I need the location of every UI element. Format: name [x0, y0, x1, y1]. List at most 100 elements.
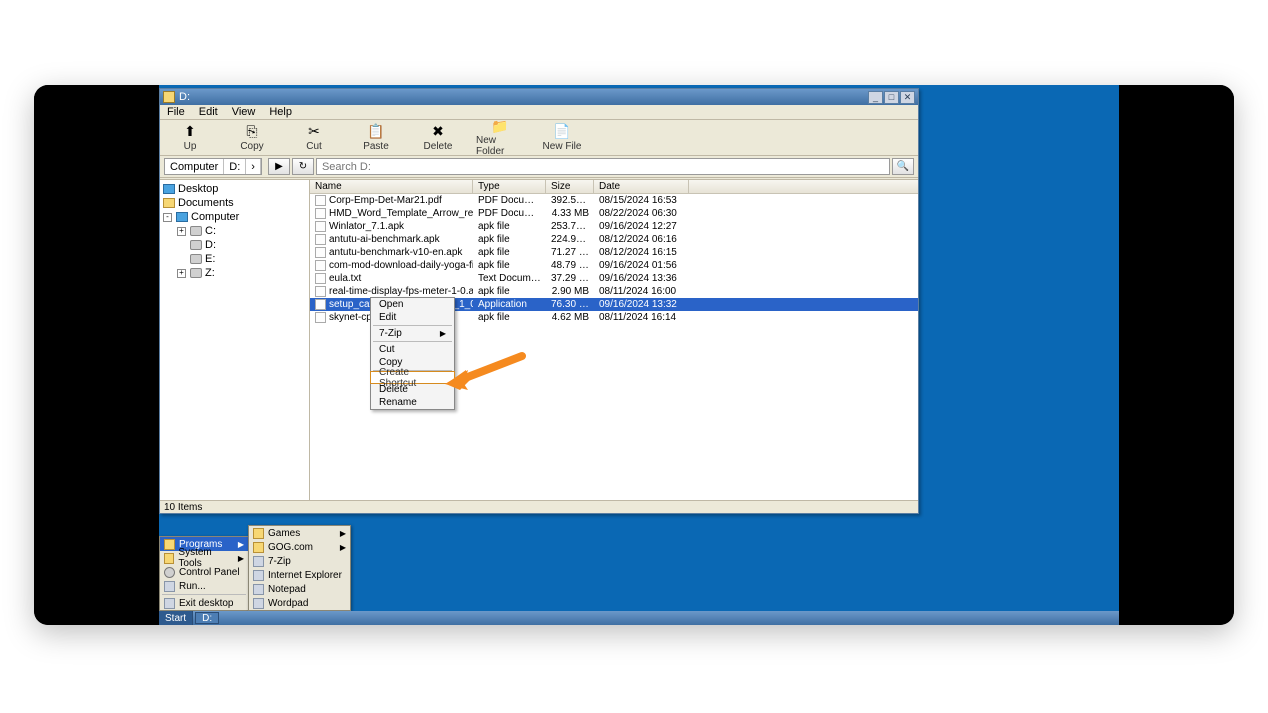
fld-icon — [164, 553, 174, 564]
close-button[interactable]: ✕ — [900, 91, 915, 104]
context-menu[interactable]: OpenEdit7-Zip▶CutCopyCreate ShortcutDele… — [370, 297, 455, 410]
status-bar: 10 Items — [160, 500, 918, 513]
submenu-item[interactable]: Internet Explorer — [249, 568, 350, 582]
file-icon — [315, 208, 326, 219]
explorer-window: D: _ □ ✕ FileEditViewHelp ⬆Up⎘Copy✂Cut📋P… — [159, 88, 919, 514]
file-row[interactable]: HMD_Word_Template_Arrow_repair_...PDF Do… — [310, 207, 918, 220]
app-icon — [253, 584, 264, 595]
file-row[interactable]: eula.txtText Document37.29 KB09/16/2024 … — [310, 272, 918, 285]
ctx-edit[interactable]: Edit — [371, 311, 454, 324]
column-headers[interactable]: NameTypeSizeDate — [310, 180, 918, 194]
start-item[interactable]: Run... — [160, 579, 248, 593]
app-icon — [164, 598, 175, 609]
expand-icon[interactable]: + — [177, 269, 186, 278]
tree-node[interactable]: -Computer — [160, 210, 309, 224]
start-item[interactable]: System Tools▶ — [160, 551, 248, 565]
window-title: D: — [179, 91, 190, 103]
gear-icon — [164, 567, 175, 578]
ctx-rename[interactable]: Rename — [371, 396, 454, 409]
cut-button[interactable]: ✂Cut — [290, 124, 338, 152]
new-file-button[interactable]: 📄New File — [538, 124, 586, 152]
drv-icon — [190, 254, 202, 264]
app-icon — [164, 581, 175, 592]
stage-wrapper: D: _ □ ✕ FileEditViewHelp ⬆Up⎘Copy✂Cut📋P… — [34, 85, 1234, 625]
column-header[interactable]: Size — [546, 180, 594, 193]
expand-icon[interactable]: + — [177, 227, 186, 236]
file-icon — [315, 247, 326, 258]
file-icon — [315, 312, 326, 323]
cut-button-icon: ✂ — [306, 124, 322, 140]
delete-button-icon: ✖ — [430, 124, 446, 140]
dsk-icon — [176, 212, 188, 222]
column-header[interactable]: Type — [473, 180, 546, 193]
breadcrumb[interactable]: ComputerD:› — [164, 158, 262, 175]
app-icon — [253, 598, 264, 609]
file-row[interactable]: Corp-Emp-Det-Mar21.pdfPDF Document392.50… — [310, 194, 918, 207]
submenu-item[interactable]: Notepad — [249, 582, 350, 596]
minimize-button[interactable]: _ — [868, 91, 883, 104]
copy-button[interactable]: ⎘Copy — [228, 124, 276, 152]
tree-node[interactable]: +Z: — [160, 266, 309, 280]
titlebar[interactable]: D: _ □ ✕ — [160, 89, 918, 105]
new-file-button-icon: 📄 — [554, 124, 570, 140]
menu-file[interactable]: File — [160, 105, 192, 119]
tree-node[interactable]: +C: — [160, 224, 309, 238]
menu-help[interactable]: Help — [262, 105, 299, 119]
submenu-item[interactable]: GOG.com▶ — [249, 540, 350, 554]
drv-icon — [190, 240, 202, 250]
fld-icon — [164, 539, 175, 550]
new-folder-button[interactable]: 📁New Folder — [476, 118, 524, 157]
bezel-right — [1119, 85, 1234, 625]
new-folder-button-icon: 📁 — [492, 118, 508, 134]
ctx-7-zip[interactable]: 7-Zip▶ — [371, 327, 454, 340]
app-icon — [253, 570, 264, 581]
refresh-button[interactable]: ↻ — [292, 158, 314, 175]
start-button[interactable]: Start — [159, 611, 193, 625]
folder-tree[interactable]: DesktopDocuments-Computer+C:D:E:+Z: — [160, 180, 310, 500]
address-bar: ComputerD:› ▶ ↻ 🔍 — [160, 156, 918, 178]
taskbar-item[interactable]: D: — [195, 612, 219, 624]
file-icon — [315, 260, 326, 271]
file-icon — [315, 273, 326, 284]
menu-view[interactable]: View — [225, 105, 263, 119]
fld-icon — [253, 528, 264, 539]
file-row[interactable]: com-mod-download-daily-yoga-fitne...apk … — [310, 259, 918, 272]
paste-button-icon: 📋 — [368, 124, 384, 140]
toolbar: ⬆Up ⎘Copy ✂Cut 📋Paste ✖Delete 📁New Folder 📄New… — [160, 120, 918, 156]
drive-icon — [163, 91, 175, 103]
file-row[interactable]: Winlator_7.1.apkapk file253.73 MB09/16/2… — [310, 220, 918, 233]
file-row[interactable]: antutu-ai-benchmark.apkapk file224.92 MB… — [310, 233, 918, 246]
go-button[interactable]: ▶ — [268, 158, 290, 175]
submenu-item[interactable]: 7-Zip — [249, 554, 350, 568]
paste-button[interactable]: 📋Paste — [352, 124, 400, 152]
dsk-icon — [163, 184, 175, 194]
taskbar[interactable]: Start D: — [159, 611, 1119, 625]
ctx-open[interactable]: Open — [371, 298, 454, 311]
programs-submenu[interactable]: Games▶GOG.com▶7-ZipInternet ExplorerNote… — [248, 525, 351, 611]
start-menu[interactable]: Programs▶System Tools▶Control PanelRun..… — [159, 536, 249, 611]
tree-node[interactable]: E: — [160, 252, 309, 266]
desktop[interactable]: D: _ □ ✕ FileEditViewHelp ⬆Up⎘Copy✂Cut📋P… — [159, 85, 1119, 625]
menu-edit[interactable]: Edit — [192, 105, 225, 119]
crumb[interactable]: D: — [224, 159, 246, 174]
maximize-button[interactable]: □ — [884, 91, 899, 104]
submenu-item[interactable]: Wordpad — [249, 596, 350, 610]
crumb[interactable]: Computer — [165, 159, 224, 174]
start-item[interactable]: Control Panel — [160, 565, 248, 579]
tree-node[interactable]: D: — [160, 238, 309, 252]
crumb-chevron[interactable]: › — [246, 159, 261, 174]
submenu-item[interactable]: Games▶ — [249, 526, 350, 540]
column-header[interactable]: Date — [594, 180, 689, 193]
search-input[interactable] — [316, 158, 890, 175]
tree-node[interactable]: Desktop — [160, 182, 309, 196]
start-item[interactable]: Exit desktop — [160, 596, 248, 610]
ctx-create-shortcut[interactable]: Create Shortcut — [370, 371, 455, 384]
expand-icon[interactable]: - — [163, 213, 172, 222]
column-header[interactable]: Name — [310, 180, 473, 193]
delete-button[interactable]: ✖Delete — [414, 124, 462, 152]
search-button[interactable]: 🔍 — [892, 158, 914, 175]
file-row[interactable]: antutu-benchmark-v10-en.apkapk file71.27… — [310, 246, 918, 259]
ctx-cut[interactable]: Cut — [371, 343, 454, 356]
up-button[interactable]: ⬆Up — [166, 124, 214, 152]
tree-node[interactable]: Documents — [160, 196, 309, 210]
